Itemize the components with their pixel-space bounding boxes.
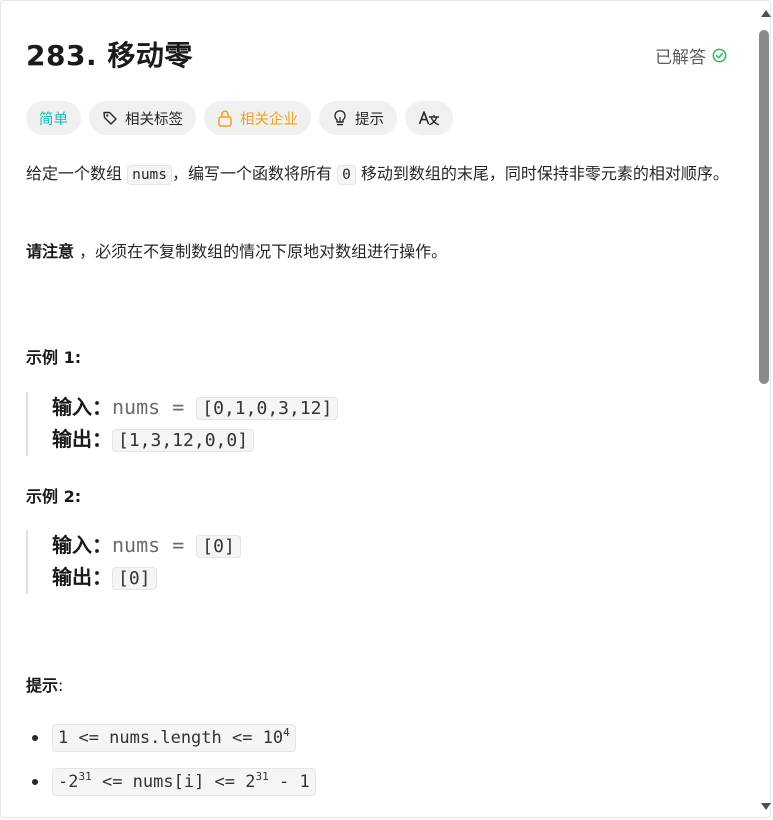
code-nums: nums [127, 165, 173, 185]
problem-title[interactable]: 283. 移动零 [26, 34, 193, 74]
example-2-block: 输入：nums = [0] 输出： [0] [26, 530, 241, 594]
translate-icon [418, 109, 440, 127]
difficulty-tag[interactable]: 简单 [26, 101, 81, 135]
code-zero: 0 [337, 165, 356, 185]
lightbulb-icon [332, 109, 348, 127]
vertical-scrollbar[interactable] [758, 0, 772, 818]
problem-note: 请注意 ，必须在不复制数组的情况下原地对数组进行操作。 [26, 238, 447, 266]
constraints-list: 1 <= nums.length <= 104 -231 <= nums[i] … [26, 716, 316, 804]
hint-button[interactable]: 提示 [319, 101, 397, 135]
tag-bar: 简单 相关标签 相关企业 提示 [26, 101, 453, 135]
note-text: ，必须在不复制数组的情况下原地对数组进行操作。 [74, 242, 448, 261]
lock-icon [217, 109, 233, 127]
example-2-output: 输出： [0] [52, 562, 241, 594]
check-circle-icon [712, 48, 727, 63]
example-1-output: 输出： [1,3,12,0,0] [52, 424, 338, 456]
example-1-input: 输入：nums = [0,1,0,3,12] [52, 392, 339, 424]
example-1-block: 输入：nums = [0,1,0,3,12] 输出： [1,3,12,0,0] [26, 392, 339, 456]
hint-label: 提示 [355, 111, 384, 128]
example-2-title: 示例 2: [26, 487, 82, 506]
related-tags-label: 相关标签 [125, 111, 183, 128]
solved-label: 已解答 [655, 48, 706, 68]
problem-description: 给定一个数组 nums ，编写一个函数将所有 0 移动到数组的末尾，同时保持非零元… [26, 160, 731, 189]
solved-status[interactable]: 已解答 [655, 43, 727, 68]
constraint-length: 1 <= nums.length <= 104 [52, 724, 296, 752]
scroll-up-arrow-icon[interactable] [761, 10, 771, 17]
related-companies-button[interactable]: 相关企业 [204, 101, 311, 135]
title-row: 283. 移动零 已解答 [26, 34, 731, 74]
example-1-title: 示例 1: [26, 348, 82, 367]
translate-button[interactable] [405, 101, 453, 135]
scrollbar-thumb[interactable] [759, 30, 769, 384]
list-item: -231 <= nums[i] <= 231 - 1 [26, 760, 316, 804]
constraints-title: 提示: [26, 676, 64, 695]
list-item: 1 <= nums.length <= 104 [26, 716, 316, 760]
tag-icon [102, 110, 118, 126]
note-bold: 请注意 [26, 242, 75, 261]
scroll-down-arrow-icon[interactable] [761, 803, 771, 810]
constraint-range: -231 <= nums[i] <= 231 - 1 [52, 768, 316, 796]
related-tags-button[interactable]: 相关标签 [89, 101, 196, 135]
related-companies-label: 相关企业 [240, 111, 298, 128]
difficulty-label: 简单 [39, 111, 68, 128]
example-2-input: 输入：nums = [0] [52, 530, 241, 562]
description-paragraph: 给定一个数组 nums ，编写一个函数将所有 0 移动到数组的末尾，同时保持非零元… [26, 164, 729, 185]
